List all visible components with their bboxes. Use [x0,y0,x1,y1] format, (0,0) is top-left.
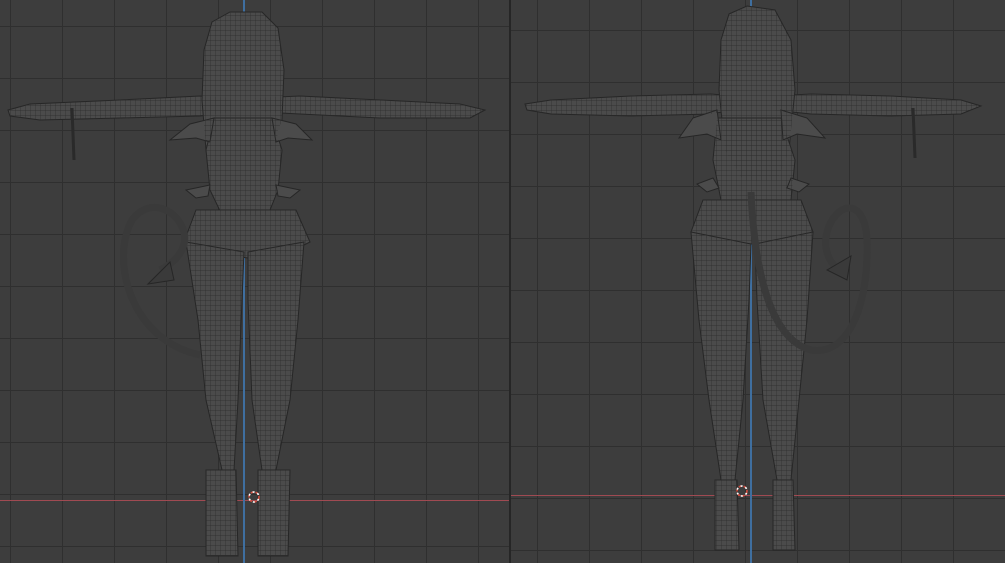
3d-cursor-icon[interactable] [736,485,748,497]
3d-cursor-icon[interactable] [248,491,260,503]
viewport-front[interactable] [0,0,509,563]
character-mesh-front[interactable] [0,0,509,563]
character-mesh-back[interactable] [511,0,1005,563]
blender-viewport-split [0,0,1005,563]
viewport-back[interactable] [511,0,1005,563]
